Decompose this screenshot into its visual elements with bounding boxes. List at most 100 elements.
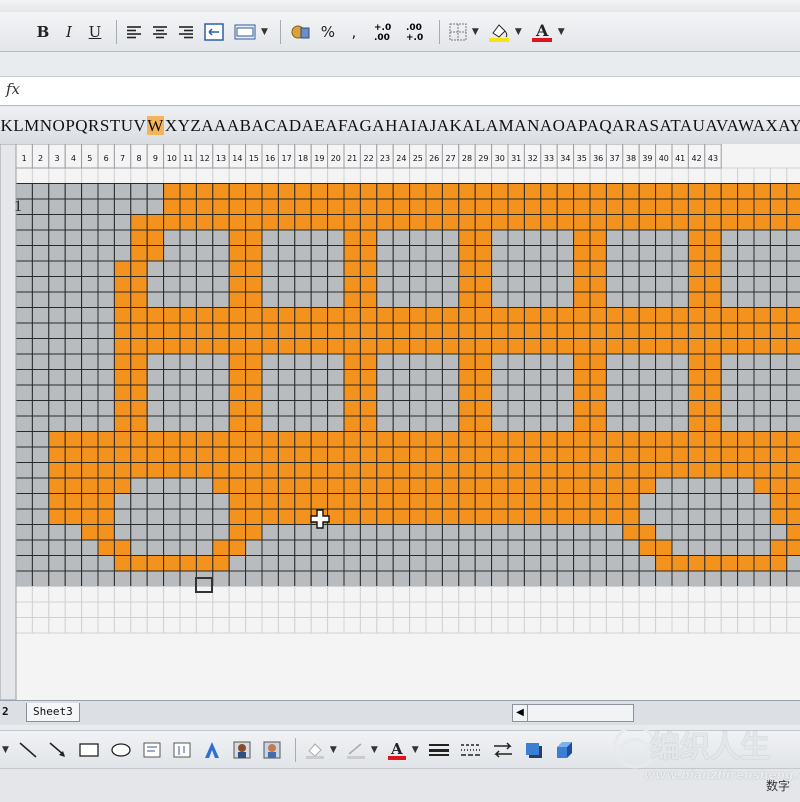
grid-cell[interactable] (573, 353, 591, 370)
fill-color-icon[interactable] (485, 19, 513, 45)
grid-cell[interactable] (163, 369, 181, 386)
grid-cell[interactable] (671, 291, 689, 308)
grid-cell[interactable] (523, 245, 542, 262)
grid-cell[interactable] (589, 539, 607, 556)
grid-cell[interactable] (622, 353, 640, 370)
grid-cell[interactable] (556, 477, 575, 494)
grid-cell[interactable] (81, 167, 99, 184)
line-style-icon[interactable] (425, 737, 453, 763)
grid-cell[interactable] (425, 183, 443, 200)
grid-cell[interactable] (655, 384, 673, 401)
grid-cell[interactable] (228, 322, 247, 339)
grid-cell[interactable] (573, 431, 591, 448)
grid-cell[interactable] (737, 183, 755, 200)
grid-cell[interactable] (737, 539, 755, 556)
grid-cell[interactable] (261, 276, 279, 293)
grid-cell[interactable] (769, 353, 788, 370)
grid-cell[interactable] (343, 586, 361, 603)
grid-cell[interactable] (687, 353, 706, 370)
grid-cell[interactable] (458, 338, 476, 355)
grid-cell[interactable] (146, 462, 165, 479)
grid-cell[interactable] (458, 307, 476, 324)
grid-cell[interactable] (81, 617, 99, 634)
grid-cell[interactable] (310, 415, 329, 432)
grid-cell[interactable] (409, 400, 427, 417)
grid-cell[interactable] (359, 214, 378, 231)
grid-cell[interactable] (409, 415, 427, 432)
grid-cell[interactable] (97, 214, 115, 231)
grid-cell[interactable] (737, 369, 755, 386)
grid-cell[interactable] (556, 493, 575, 510)
grid-cell[interactable] (163, 322, 181, 339)
grid-cell[interactable] (737, 586, 755, 603)
grid-cell[interactable] (277, 415, 296, 432)
grid-cell[interactable] (376, 493, 394, 510)
grid-cell[interactable] (212, 462, 230, 479)
grid-cell[interactable] (458, 260, 476, 277)
grid-cell[interactable] (507, 260, 525, 277)
grid-cell[interactable] (655, 260, 673, 277)
grid-cell[interactable] (15, 229, 33, 246)
grid-cell[interactable] (31, 276, 50, 293)
grid-cell[interactable] (589, 462, 607, 479)
grid-cell[interactable] (179, 229, 197, 246)
grid-cell[interactable] (786, 369, 800, 386)
grid-cell[interactable] (523, 570, 542, 587)
grid-cell[interactable] (97, 570, 115, 587)
grid-cell[interactable] (638, 353, 657, 370)
grid-cell[interactable] (376, 601, 394, 618)
grid-cell[interactable] (15, 260, 33, 277)
grid-cell[interactable] (507, 617, 525, 634)
grid-cell[interactable] (81, 555, 99, 572)
grid-cell[interactable] (15, 400, 33, 417)
grid-cell[interactable] (441, 214, 460, 231)
grid-cell[interactable] (31, 446, 50, 463)
grid-cell[interactable] (15, 508, 33, 525)
sheet-tab-prev[interactable]: 2 (0, 703, 15, 721)
grid-cell[interactable] (343, 617, 361, 634)
grid-cell[interactable] (163, 508, 181, 525)
grid-cell[interactable] (409, 338, 427, 355)
grid-cell[interactable] (671, 524, 689, 541)
grid-cell[interactable] (48, 493, 66, 510)
grid-cell[interactable] (720, 260, 739, 277)
grid-cell[interactable] (31, 601, 50, 618)
grid-cell[interactable] (163, 384, 181, 401)
grid-cell[interactable] (769, 570, 788, 587)
grid-cell[interactable] (687, 214, 706, 231)
grid-cell[interactable] (523, 446, 542, 463)
grid-cell[interactable] (523, 539, 542, 556)
grid-cell[interactable] (81, 291, 99, 308)
grid-cell[interactable] (441, 322, 460, 339)
grid-cell[interactable] (655, 338, 673, 355)
grid-cell[interactable] (589, 167, 607, 184)
grid-cell[interactable] (48, 384, 66, 401)
grid-cell[interactable] (523, 198, 542, 215)
grid-cell[interactable] (458, 415, 476, 432)
grid-cell[interactable] (376, 524, 394, 541)
grid-cell[interactable] (786, 214, 800, 231)
grid-cell[interactable] (327, 601, 345, 618)
grid-cell[interactable] (540, 462, 558, 479)
grid-cell[interactable] (687, 415, 706, 432)
grid-cell[interactable] (64, 384, 83, 401)
grid-cell[interactable] (605, 353, 624, 370)
grid-cell[interactable] (737, 260, 755, 277)
grid-cell[interactable] (474, 493, 493, 510)
grid-cell[interactable] (261, 291, 279, 308)
grid-cell[interactable] (48, 400, 66, 417)
grid-cell[interactable] (671, 415, 689, 432)
grid-cell[interactable] (327, 384, 345, 401)
currency-icon[interactable] (231, 19, 259, 45)
grid-cell[interactable] (146, 245, 165, 262)
grid-cell[interactable] (605, 539, 624, 556)
grid-cell[interactable] (97, 198, 115, 215)
grid-cell[interactable] (589, 524, 607, 541)
grid-cell[interactable] (310, 276, 329, 293)
grid-cell[interactable] (769, 446, 788, 463)
grid-cell[interactable] (474, 508, 493, 525)
grid-cell[interactable] (277, 167, 296, 184)
grid-cell[interactable] (458, 229, 476, 246)
textbox-icon[interactable] (139, 737, 165, 763)
grid-cell[interactable] (573, 462, 591, 479)
